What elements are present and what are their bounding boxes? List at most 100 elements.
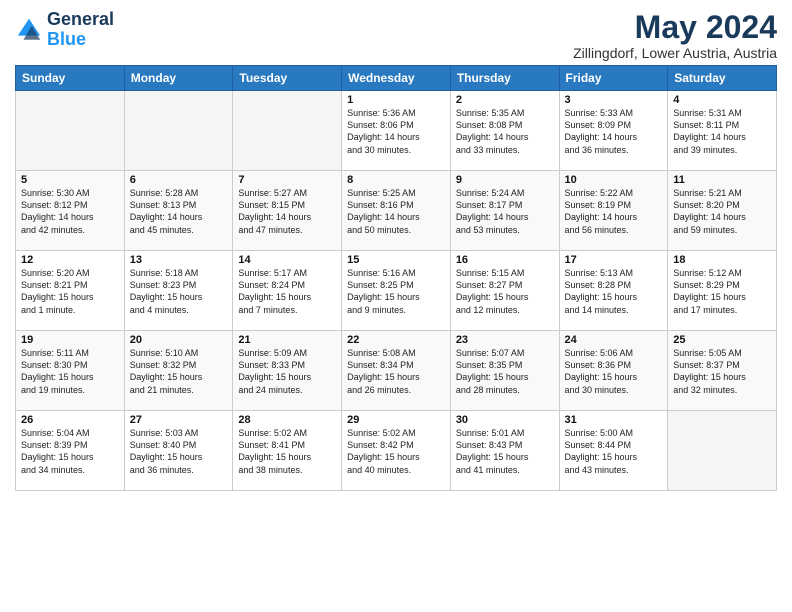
day-number: 15: [347, 254, 445, 266]
day-info: Sunrise: 5:31 AM Sunset: 8:11 PM Dayligh…: [673, 107, 771, 156]
day-info: Sunrise: 5:22 AM Sunset: 8:19 PM Dayligh…: [565, 187, 663, 236]
day-number: 20: [130, 334, 228, 346]
day-number: 11: [673, 174, 771, 186]
header: General Blue May 2024 Zillingdorf, Lower…: [15, 10, 777, 61]
day-number: 12: [21, 254, 119, 266]
day-cell-1-2: 7Sunrise: 5:27 AM Sunset: 8:15 PM Daylig…: [233, 171, 342, 251]
day-info: Sunrise: 5:36 AM Sunset: 8:06 PM Dayligh…: [347, 107, 445, 156]
day-number: 9: [456, 174, 554, 186]
subtitle: Zillingdorf, Lower Austria, Austria: [573, 45, 777, 61]
day-cell-2-6: 18Sunrise: 5:12 AM Sunset: 8:29 PM Dayli…: [668, 251, 777, 331]
day-info: Sunrise: 5:33 AM Sunset: 8:09 PM Dayligh…: [565, 107, 663, 156]
day-number: 3: [565, 94, 663, 106]
day-number: 19: [21, 334, 119, 346]
day-info: Sunrise: 5:20 AM Sunset: 8:21 PM Dayligh…: [21, 267, 119, 316]
day-cell-3-4: 23Sunrise: 5:07 AM Sunset: 8:35 PM Dayli…: [450, 331, 559, 411]
day-info: Sunrise: 5:27 AM Sunset: 8:15 PM Dayligh…: [238, 187, 336, 236]
day-number: 17: [565, 254, 663, 266]
day-number: 27: [130, 414, 228, 426]
calendar-table: Sunday Monday Tuesday Wednesday Thursday…: [15, 65, 777, 491]
day-cell-3-1: 20Sunrise: 5:10 AM Sunset: 8:32 PM Dayli…: [124, 331, 233, 411]
day-info: Sunrise: 5:02 AM Sunset: 8:41 PM Dayligh…: [238, 427, 336, 476]
day-info: Sunrise: 5:11 AM Sunset: 8:30 PM Dayligh…: [21, 347, 119, 396]
day-cell-2-0: 12Sunrise: 5:20 AM Sunset: 8:21 PM Dayli…: [16, 251, 125, 331]
title-block: May 2024 Zillingdorf, Lower Austria, Aus…: [573, 10, 777, 61]
col-monday: Monday: [124, 66, 233, 91]
day-cell-3-3: 22Sunrise: 5:08 AM Sunset: 8:34 PM Dayli…: [342, 331, 451, 411]
day-cell-0-6: 4Sunrise: 5:31 AM Sunset: 8:11 PM Daylig…: [668, 91, 777, 171]
day-info: Sunrise: 5:24 AM Sunset: 8:17 PM Dayligh…: [456, 187, 554, 236]
day-cell-1-4: 9Sunrise: 5:24 AM Sunset: 8:17 PM Daylig…: [450, 171, 559, 251]
day-cell-1-0: 5Sunrise: 5:30 AM Sunset: 8:12 PM Daylig…: [16, 171, 125, 251]
day-number: 25: [673, 334, 771, 346]
day-cell-4-1: 27Sunrise: 5:03 AM Sunset: 8:40 PM Dayli…: [124, 411, 233, 491]
day-cell-3-5: 24Sunrise: 5:06 AM Sunset: 8:36 PM Dayli…: [559, 331, 668, 411]
day-number: 8: [347, 174, 445, 186]
day-cell-0-1: [124, 91, 233, 171]
day-info: Sunrise: 5:35 AM Sunset: 8:08 PM Dayligh…: [456, 107, 554, 156]
day-info: Sunrise: 5:28 AM Sunset: 8:13 PM Dayligh…: [130, 187, 228, 236]
day-info: Sunrise: 5:04 AM Sunset: 8:39 PM Dayligh…: [21, 427, 119, 476]
day-info: Sunrise: 5:10 AM Sunset: 8:32 PM Dayligh…: [130, 347, 228, 396]
week-row-1: 5Sunrise: 5:30 AM Sunset: 8:12 PM Daylig…: [16, 171, 777, 251]
day-info: Sunrise: 5:08 AM Sunset: 8:34 PM Dayligh…: [347, 347, 445, 396]
day-cell-4-6: [668, 411, 777, 491]
day-number: 14: [238, 254, 336, 266]
logo-icon: [15, 16, 43, 44]
week-row-2: 12Sunrise: 5:20 AM Sunset: 8:21 PM Dayli…: [16, 251, 777, 331]
calendar-header-row: Sunday Monday Tuesday Wednesday Thursday…: [16, 66, 777, 91]
day-cell-4-0: 26Sunrise: 5:04 AM Sunset: 8:39 PM Dayli…: [16, 411, 125, 491]
day-cell-0-0: [16, 91, 125, 171]
day-info: Sunrise: 5:03 AM Sunset: 8:40 PM Dayligh…: [130, 427, 228, 476]
day-cell-3-6: 25Sunrise: 5:05 AM Sunset: 8:37 PM Dayli…: [668, 331, 777, 411]
day-cell-2-3: 15Sunrise: 5:16 AM Sunset: 8:25 PM Dayli…: [342, 251, 451, 331]
col-tuesday: Tuesday: [233, 66, 342, 91]
day-cell-0-5: 3Sunrise: 5:33 AM Sunset: 8:09 PM Daylig…: [559, 91, 668, 171]
col-thursday: Thursday: [450, 66, 559, 91]
day-info: Sunrise: 5:30 AM Sunset: 8:12 PM Dayligh…: [21, 187, 119, 236]
logo: General Blue: [15, 10, 114, 50]
day-number: 1: [347, 94, 445, 106]
day-info: Sunrise: 5:13 AM Sunset: 8:28 PM Dayligh…: [565, 267, 663, 316]
day-info: Sunrise: 5:18 AM Sunset: 8:23 PM Dayligh…: [130, 267, 228, 316]
day-cell-3-2: 21Sunrise: 5:09 AM Sunset: 8:33 PM Dayli…: [233, 331, 342, 411]
main-title: May 2024: [573, 10, 777, 45]
day-cell-2-5: 17Sunrise: 5:13 AM Sunset: 8:28 PM Dayli…: [559, 251, 668, 331]
day-info: Sunrise: 5:09 AM Sunset: 8:33 PM Dayligh…: [238, 347, 336, 396]
day-cell-2-2: 14Sunrise: 5:17 AM Sunset: 8:24 PM Dayli…: [233, 251, 342, 331]
logo-line2: Blue: [47, 30, 114, 50]
day-info: Sunrise: 5:00 AM Sunset: 8:44 PM Dayligh…: [565, 427, 663, 476]
col-sunday: Sunday: [16, 66, 125, 91]
week-row-3: 19Sunrise: 5:11 AM Sunset: 8:30 PM Dayli…: [16, 331, 777, 411]
day-cell-0-4: 2Sunrise: 5:35 AM Sunset: 8:08 PM Daylig…: [450, 91, 559, 171]
day-number: 29: [347, 414, 445, 426]
logo-line1: General: [47, 10, 114, 30]
day-number: 24: [565, 334, 663, 346]
day-number: 23: [456, 334, 554, 346]
day-number: 30: [456, 414, 554, 426]
col-wednesday: Wednesday: [342, 66, 451, 91]
day-cell-4-4: 30Sunrise: 5:01 AM Sunset: 8:43 PM Dayli…: [450, 411, 559, 491]
day-info: Sunrise: 5:01 AM Sunset: 8:43 PM Dayligh…: [456, 427, 554, 476]
day-number: 6: [130, 174, 228, 186]
week-row-4: 26Sunrise: 5:04 AM Sunset: 8:39 PM Dayli…: [16, 411, 777, 491]
day-cell-1-6: 11Sunrise: 5:21 AM Sunset: 8:20 PM Dayli…: [668, 171, 777, 251]
day-number: 7: [238, 174, 336, 186]
day-info: Sunrise: 5:02 AM Sunset: 8:42 PM Dayligh…: [347, 427, 445, 476]
day-info: Sunrise: 5:17 AM Sunset: 8:24 PM Dayligh…: [238, 267, 336, 316]
col-friday: Friday: [559, 66, 668, 91]
day-number: 2: [456, 94, 554, 106]
day-info: Sunrise: 5:15 AM Sunset: 8:27 PM Dayligh…: [456, 267, 554, 316]
day-number: 28: [238, 414, 336, 426]
day-info: Sunrise: 5:16 AM Sunset: 8:25 PM Dayligh…: [347, 267, 445, 316]
day-number: 18: [673, 254, 771, 266]
day-info: Sunrise: 5:21 AM Sunset: 8:20 PM Dayligh…: [673, 187, 771, 236]
day-number: 10: [565, 174, 663, 186]
day-number: 21: [238, 334, 336, 346]
day-cell-0-2: [233, 91, 342, 171]
day-cell-3-0: 19Sunrise: 5:11 AM Sunset: 8:30 PM Dayli…: [16, 331, 125, 411]
day-cell-1-3: 8Sunrise: 5:25 AM Sunset: 8:16 PM Daylig…: [342, 171, 451, 251]
day-cell-0-3: 1Sunrise: 5:36 AM Sunset: 8:06 PM Daylig…: [342, 91, 451, 171]
day-number: 4: [673, 94, 771, 106]
day-info: Sunrise: 5:12 AM Sunset: 8:29 PM Dayligh…: [673, 267, 771, 316]
